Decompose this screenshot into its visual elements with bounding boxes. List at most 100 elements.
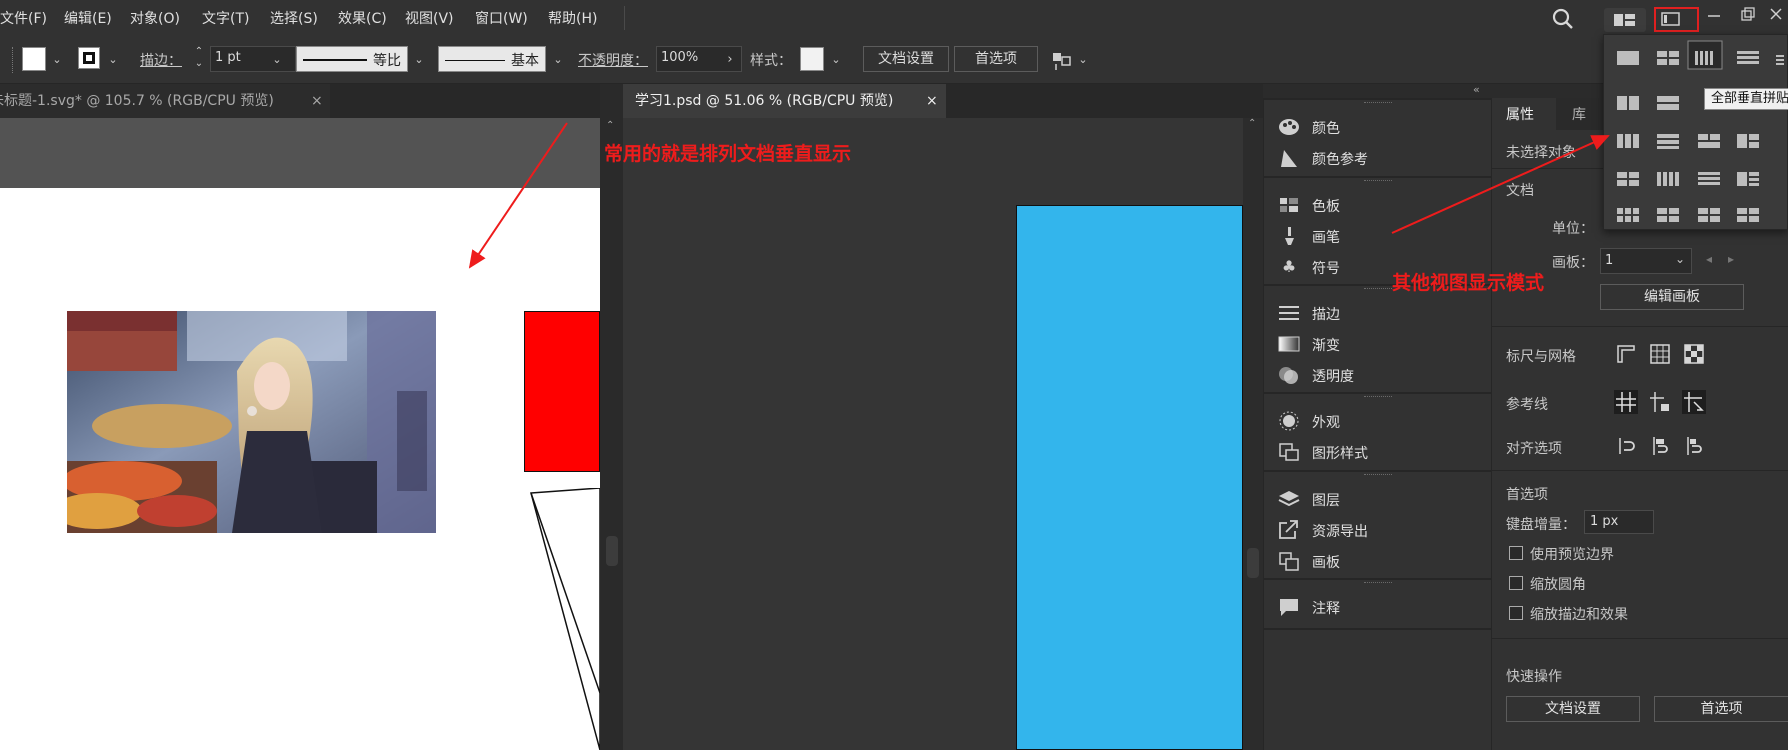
stroke-weight-dropdown-icon[interactable]: ⌄: [270, 53, 284, 67]
grid-icon[interactable]: [1648, 342, 1672, 366]
collapse-panels-icon[interactable]: «: [1473, 83, 1480, 96]
stroke-dropdown-icon[interactable]: ⌄: [106, 53, 120, 67]
panel-appearance[interactable]: 外观: [1264, 404, 1492, 438]
stroke-label[interactable]: 描边：: [140, 50, 182, 70]
snap-to-point-icon[interactable]: [1614, 434, 1638, 458]
document-setup-button[interactable]: 文档设置: [863, 46, 949, 72]
variable-width-profile[interactable]: 等比: [296, 46, 408, 72]
layout-options-grid[interactable]: [1604, 35, 1788, 231]
panel-swatches[interactable]: 色板: [1264, 188, 1492, 222]
menu-edit[interactable]: 编辑(E): [64, 8, 112, 28]
search-icon[interactable]: [1551, 7, 1575, 31]
canvas-right[interactable]: ⌃: [623, 118, 1263, 750]
scroll-up-icon[interactable]: ⌃: [1248, 118, 1256, 129]
panel-layers[interactable]: 图层: [1264, 482, 1492, 516]
profile-label: 等比: [373, 53, 401, 69]
red-rectangle[interactable]: [524, 311, 600, 472]
swatches-icon: [1278, 195, 1300, 215]
panel-color[interactable]: 颜色: [1264, 110, 1492, 144]
menu-select[interactable]: 选择(S): [270, 8, 318, 28]
minimize-icon[interactable]: [1704, 6, 1724, 26]
menu-effect[interactable]: 效果(C): [338, 8, 387, 28]
arrange-documents-icon[interactable]: [1604, 8, 1646, 32]
transparency-icon: [1278, 365, 1300, 385]
quick-document-setup-button[interactable]: 文档设置: [1506, 696, 1640, 722]
menu-window[interactable]: 窗口(W): [475, 8, 528, 28]
panels-column: 颜色 颜色参考 色板 画笔 ♣ 符号 描边 渐变 透明度 外观 图形样式 图层 …: [1263, 98, 1492, 750]
panel-group-grip[interactable]: [1364, 474, 1392, 477]
pane-divider[interactable]: ⌃: [600, 84, 623, 750]
screen-mode-icon[interactable]: [1654, 7, 1699, 32]
fill-swatch[interactable]: [22, 47, 46, 71]
preferences-button[interactable]: 首选项: [954, 46, 1038, 72]
panel-group-grip[interactable]: [1364, 102, 1392, 105]
restore-icon[interactable]: [1738, 4, 1758, 24]
profile-dropdown-icon[interactable]: ⌄: [412, 53, 426, 67]
panel-stroke[interactable]: 描边: [1264, 296, 1492, 330]
stroke-weight-stepper[interactable]: ⌃ ⌄: [192, 46, 206, 72]
scroll-up-icon[interactable]: ⌃: [606, 120, 614, 131]
keyboard-increment-field[interactable]: 1 px: [1584, 510, 1654, 534]
quick-preferences-button[interactable]: 首选项: [1654, 696, 1788, 722]
opacity-label[interactable]: 不透明度：: [578, 50, 648, 70]
panel-graphic-styles[interactable]: 图形样式: [1264, 435, 1492, 469]
brush-label: 基本: [511, 53, 539, 69]
panel-comments[interactable]: 注释: [1264, 590, 1492, 624]
panel-color-guide[interactable]: 颜色参考: [1264, 141, 1492, 175]
snap-to-glyph-icon[interactable]: [1682, 434, 1706, 458]
scale-strokes-checkbox[interactable]: [1509, 606, 1523, 620]
panel-asset-export[interactable]: 资源导出: [1264, 513, 1492, 547]
tab-untitled-svg[interactable]: 未标题-1.svg* @ 105.7 % (RGB/CPU 预览) ×: [0, 84, 330, 118]
snap-to-pixel-icon[interactable]: [1648, 434, 1672, 458]
arrange-icon[interactable]: [1050, 48, 1074, 72]
rulers-icon[interactable]: [1614, 342, 1638, 366]
artboard-select[interactable]: 1 ⌄: [1600, 248, 1692, 274]
panel-group-grip[interactable]: [1364, 582, 1392, 585]
menu-object[interactable]: 对象(O): [130, 8, 180, 28]
brush-definition[interactable]: 基本: [438, 46, 546, 72]
graphic-style-swatch[interactable]: [800, 47, 824, 71]
panel-gradient[interactable]: 渐变: [1264, 327, 1492, 361]
layers-icon: [1278, 489, 1300, 509]
tab-close-icon[interactable]: ×: [311, 84, 323, 118]
menu-file[interactable]: 文件(F): [0, 8, 47, 28]
menu-bar: 文件(F) 编辑(E) 对象(O) 文字(T) 选择(S) 效果(C) 视图(V…: [0, 0, 1788, 36]
tab-close-icon[interactable]: ×: [926, 84, 938, 118]
tab-study-psd[interactable]: 学习1.psd @ 51.06 % (RGB/CPU 预览) ×: [623, 84, 946, 118]
annotation-right: 其他视图显示模式: [1392, 272, 1545, 294]
right-scroll-thumb[interactable]: [1247, 548, 1259, 578]
close-icon[interactable]: [1766, 4, 1786, 24]
tab-properties[interactable]: 属性: [1492, 98, 1556, 130]
canvas-left[interactable]: [0, 118, 600, 750]
brush-dropdown-icon[interactable]: ⌄: [551, 53, 565, 67]
next-artboard-icon[interactable]: ▸: [1728, 252, 1734, 266]
panel-group-grip[interactable]: [1364, 180, 1392, 183]
panel-artboards[interactable]: 画板: [1264, 544, 1492, 578]
right-scrollbar[interactable]: ⌃: [1243, 118, 1263, 750]
left-scroll-thumb[interactable]: [606, 536, 618, 566]
menu-view[interactable]: 视图(V): [405, 8, 454, 28]
tab-libraries[interactable]: 库: [1572, 104, 1586, 124]
panel-transparency[interactable]: 透明度: [1264, 358, 1492, 392]
use-preview-bounds-checkbox[interactable]: [1509, 546, 1523, 560]
white-polygon[interactable]: [530, 488, 600, 750]
prev-artboard-icon[interactable]: ◂: [1706, 252, 1712, 266]
scale-corners-checkbox[interactable]: [1509, 576, 1523, 590]
panel-brushes[interactable]: 画笔: [1264, 219, 1492, 253]
section-divider: [1492, 326, 1788, 327]
menu-type[interactable]: 文字(T): [202, 8, 249, 28]
menu-help[interactable]: 帮助(H): [548, 8, 597, 28]
show-guides-icon[interactable]: [1614, 390, 1638, 414]
lock-guides-icon[interactable]: [1648, 390, 1672, 414]
stroke-swatch[interactable]: [78, 47, 100, 69]
opacity-arrow-icon[interactable]: ›: [723, 53, 737, 67]
style-dropdown-icon[interactable]: ⌄: [829, 53, 843, 67]
panel-group-grip[interactable]: [1364, 288, 1392, 291]
placed-anime-illustration[interactable]: [67, 311, 436, 533]
arrange-dropdown-icon[interactable]: ⌄: [1076, 53, 1090, 67]
edit-artboards-button[interactable]: 编辑画板: [1600, 284, 1744, 310]
smart-guides-icon[interactable]: [1682, 390, 1706, 414]
fill-dropdown-icon[interactable]: ⌄: [50, 53, 64, 67]
panel-group-grip[interactable]: [1364, 396, 1392, 399]
transparency-grid-icon[interactable]: [1682, 342, 1706, 366]
